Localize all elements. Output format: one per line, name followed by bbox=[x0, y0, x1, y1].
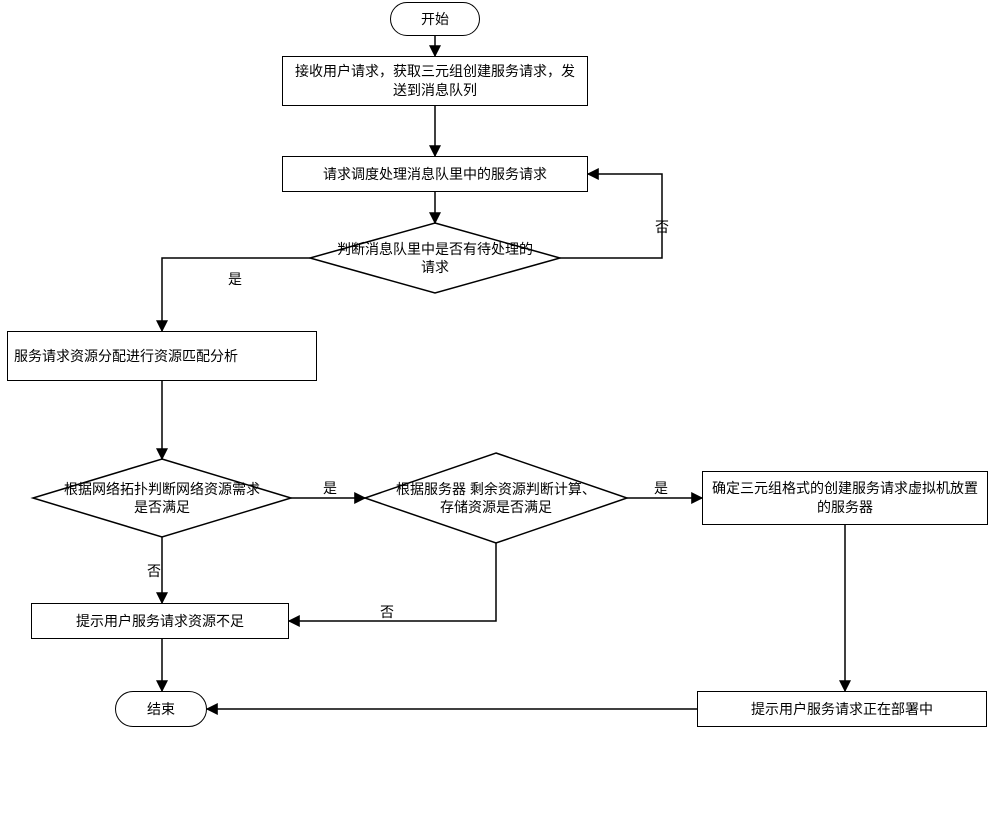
flowchart-canvas: 开始 接收用户请求，获取三元组创建服务请求，发送到消息队列 请求调度处理消息队里… bbox=[0, 0, 1000, 829]
edges-layer bbox=[0, 0, 1000, 829]
